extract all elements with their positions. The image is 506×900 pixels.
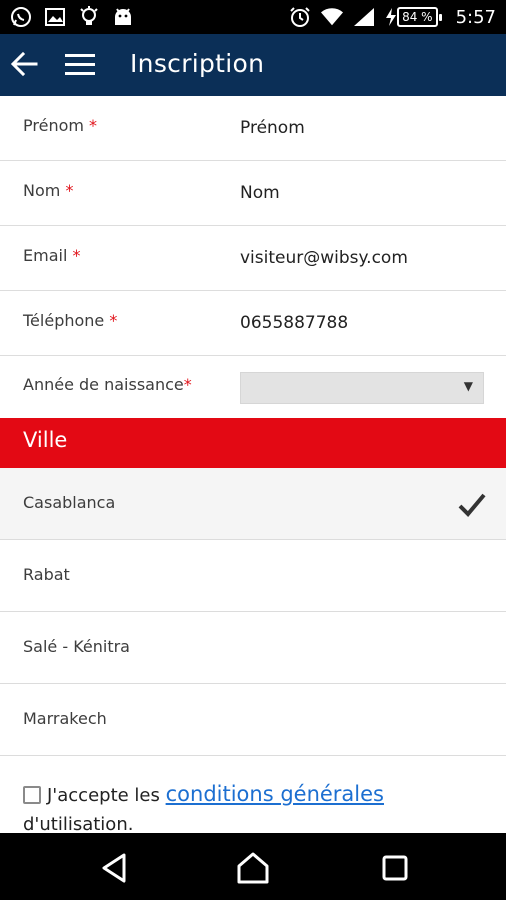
city-item-rabat[interactable]: Rabat — [0, 540, 506, 612]
notification-icons — [10, 6, 134, 28]
prenom-input[interactable]: Prénom — [240, 118, 305, 138]
telephone-input[interactable]: 0655887788 — [240, 313, 348, 333]
terms-checkbox[interactable] — [23, 786, 41, 804]
city-name: Salé - Kénitra — [23, 637, 130, 656]
page-title: Inscription — [130, 49, 265, 78]
battery-tip — [438, 13, 442, 21]
system-nav-bar — [0, 833, 506, 900]
form-row-email: Email * visiteur@wibsy.com — [0, 226, 506, 291]
wifi-icon — [321, 6, 344, 28]
field-label-email: Email * — [23, 246, 81, 265]
whatsapp-icon — [10, 6, 32, 28]
city-item-casablanca[interactable]: Casablanca — [0, 468, 506, 540]
terms-acceptance: J'accepte les conditions générales d'uti… — [23, 780, 493, 839]
form-row-nom: Nom * Nom — [0, 161, 506, 226]
battery-indicator: 84 % — [385, 7, 442, 27]
form-row-birth-year: Année de naissance* ▼ — [0, 356, 506, 418]
system-status: 84 % 5:57 — [289, 6, 496, 28]
bulb-icon — [78, 6, 100, 28]
form-row-prenom: Prénom * Prénom — [0, 96, 506, 161]
recents-square-icon[interactable] — [378, 851, 412, 885]
form-row-telephone: Téléphone * 0655887788 — [0, 291, 506, 356]
field-label-nom: Nom * — [23, 181, 74, 200]
nom-input[interactable]: Nom — [240, 183, 280, 203]
ville-section-header: Ville — [0, 418, 506, 468]
dropdown-arrow-icon: ▼ — [463, 379, 473, 393]
city-name: Marrakech — [23, 709, 107, 728]
terms-text-after: d'utilisation. — [23, 814, 134, 835]
status-bar: 84 % 5:57 — [0, 0, 506, 34]
field-label-telephone: Téléphone * — [23, 311, 118, 330]
terms-link[interactable]: conditions générales — [166, 782, 384, 806]
charging-icon — [386, 8, 397, 26]
clock: 5:57 — [455, 6, 496, 28]
city-name: Rabat — [23, 565, 70, 584]
arrow-left-icon[interactable] — [10, 50, 38, 78]
terms-text-before: J'accepte les — [47, 785, 166, 806]
city-name: Casablanca — [23, 493, 116, 512]
image-icon — [44, 6, 66, 28]
email-input[interactable]: visiteur@wibsy.com — [240, 248, 408, 268]
field-label-birth-year: Année de naissance* — [23, 375, 192, 394]
alarm-icon — [289, 6, 311, 28]
checkmark-icon — [458, 492, 486, 518]
battery-percent: 84 % — [397, 7, 438, 27]
birth-year-select[interactable]: ▼ — [240, 372, 484, 404]
android-icon — [112, 6, 134, 28]
field-label-prenom: Prénom * — [23, 116, 98, 135]
app-bar: Inscription — [0, 34, 506, 96]
back-triangle-icon[interactable] — [98, 851, 132, 885]
hamburger-menu-icon[interactable] — [65, 52, 95, 78]
home-icon[interactable] — [236, 851, 270, 885]
city-item-sale-kenitra[interactable]: Salé - Kénitra — [0, 612, 506, 684]
signal-icon — [353, 6, 375, 28]
ville-header-label: Ville — [23, 428, 68, 452]
city-item-marrakech[interactable]: Marrakech — [0, 684, 506, 756]
